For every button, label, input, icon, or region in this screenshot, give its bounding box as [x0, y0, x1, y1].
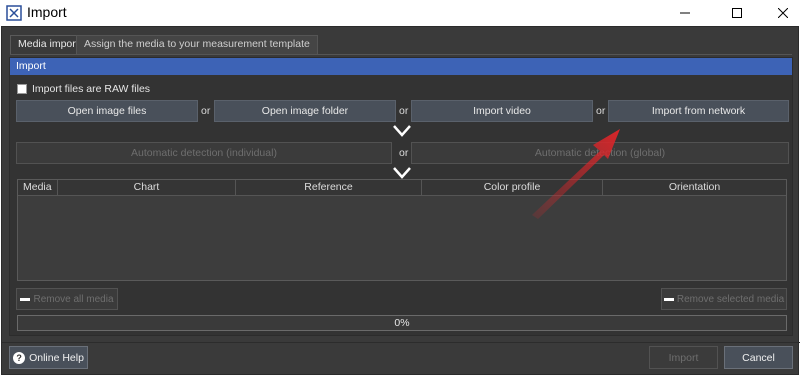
minus-icon [663, 297, 674, 301]
close-icon [778, 8, 788, 18]
or-label: or [399, 105, 409, 117]
online-help-label: Online Help [29, 351, 84, 364]
app-logo-icon [6, 5, 22, 21]
column-media[interactable]: Media [18, 180, 58, 196]
help-icon: ? [13, 351, 26, 364]
column-color-profile[interactable]: Color profile [422, 180, 603, 196]
import-button[interactable]: Import [649, 346, 718, 369]
raw-files-option[interactable]: Import files are RAW files [17, 83, 150, 95]
close-button[interactable] [760, 0, 800, 26]
footer-divider [2, 342, 800, 343]
minimize-button[interactable] [662, 0, 708, 26]
open-image-folder-button[interactable]: Open image folder [214, 100, 396, 122]
panel-header: Import [10, 58, 792, 75]
or-label: or [399, 147, 409, 159]
open-image-files-button[interactable]: Open image files [16, 100, 198, 122]
tabs-divider [10, 54, 792, 55]
raw-files-label: Import files are RAW files [32, 83, 151, 95]
table-header: Media Chart Reference Color profile Orie… [18, 180, 786, 196]
column-orientation[interactable]: Orientation [603, 180, 786, 196]
or-label: or [596, 105, 606, 117]
raw-files-checkbox[interactable] [17, 84, 27, 94]
maximize-button[interactable] [714, 0, 760, 26]
maximize-icon [732, 8, 742, 18]
tab-assign-media[interactable]: Assign the media to your measurement tem… [76, 35, 318, 54]
remove-all-media-button[interactable]: Remove all media [16, 288, 118, 310]
progress-bar: 0% [17, 315, 787, 331]
column-reference[interactable]: Reference [236, 180, 422, 196]
online-help-button[interactable]: ? Online Help [9, 346, 88, 369]
window-title: Import [27, 4, 67, 20]
remove-selected-media-button[interactable]: Remove selected media [661, 288, 787, 310]
chevron-down-icon [393, 125, 411, 137]
import-panel: Import Import files are RAW files Open i… [9, 57, 793, 336]
minimize-icon [680, 12, 690, 14]
auto-detection-global-button[interactable]: Automatic detection (global) [411, 142, 789, 164]
media-table[interactable]: Media Chart Reference Color profile Orie… [17, 179, 787, 281]
remove-all-label: Remove all media [33, 293, 114, 305]
chevron-down-icon [393, 167, 411, 179]
import-from-network-button[interactable]: Import from network [608, 100, 789, 122]
auto-detection-individual-button[interactable]: Automatic detection (individual) [16, 142, 392, 164]
import-video-button[interactable]: Import video [411, 100, 593, 122]
remove-selected-label: Remove selected media [676, 293, 785, 305]
minus-icon [20, 297, 31, 301]
window-body: Media import Assign the media to your me… [1, 26, 800, 375]
title-bar: Import [0, 0, 800, 26]
cancel-button[interactable]: Cancel [724, 346, 793, 369]
column-chart[interactable]: Chart [58, 180, 236, 196]
or-label: or [201, 105, 211, 117]
